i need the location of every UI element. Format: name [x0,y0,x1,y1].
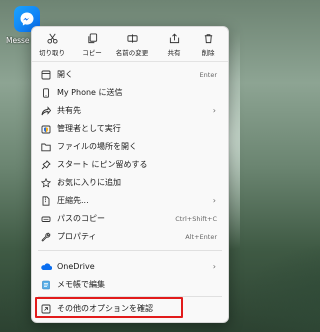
menu-item-label: お気に入りに追加 [57,178,121,187]
context-menu-toolbar: 切り取り コピー 名前の変更 共有 削除 [32,27,228,62]
menu-item-compress[interactable]: 圧縮先... › [32,192,228,209]
copy-label: コピー [82,49,102,57]
copy-icon [87,32,98,45]
cut-button[interactable]: 切り取り [34,32,70,58]
menu-item-open[interactable]: 開く Enter [32,66,228,83]
delete-button[interactable]: 削除 [190,32,226,58]
menu-item-label: パスのコピー [57,214,105,223]
pin-icon [40,159,52,171]
onedrive-icon [40,261,52,273]
menu-item-label: スタート にピン留めする [57,160,148,169]
submenu-arrow-icon: › [212,196,216,205]
zip-file-icon [40,195,52,207]
share-label: 共有 [167,49,181,57]
context-menu: 切り取り コピー 名前の変更 共有 削除 開く Enter My Phone に… [31,26,229,323]
menu-item-label: My Phone に送信 [57,88,123,97]
menu-item-label: 管理者として実行 [57,124,121,133]
share-button[interactable]: 共有 [156,32,192,58]
menu-item-label: 開く [57,70,73,79]
rename-icon [126,32,138,45]
rename-button[interactable]: 名前の変更 [112,32,152,58]
star-icon [40,177,52,189]
share-icon [169,32,180,45]
menu-item-onedrive[interactable]: OneDrive › [32,258,228,275]
submenu-arrow-icon: › [212,106,216,115]
menu-item-label: 圧縮先... [57,196,89,205]
menu-item-label: ファイルの場所を開く [57,142,137,151]
menu-item-properties[interactable]: プロパティ Alt+Enter [32,228,228,245]
menu-item-open-file-location[interactable]: ファイルの場所を開く [32,138,228,155]
menu-item-share-to[interactable]: 共有先 › [32,102,228,119]
menu-item-label: OneDrive [57,262,95,271]
menu-item-edit-notepad[interactable]: メモ帳で編集 [32,276,228,293]
open-icon [40,69,52,81]
phone-icon [40,87,52,99]
shortcut-label: Enter [199,70,217,79]
notepad-icon [40,279,52,291]
delete-label: 削除 [201,49,215,57]
trash-icon [203,32,214,45]
folder-icon [40,141,52,153]
share-arrow-icon [40,105,52,117]
submenu-arrow-icon: › [212,262,216,271]
menu-item-copy-path[interactable]: パスのコピー Ctrl+Shift+C [32,210,228,227]
admin-shield-icon [40,123,52,135]
shortcut-label: Ctrl+Shift+C [175,214,217,223]
menu-item-pin-to-start[interactable]: スタート にピン留めする [32,156,228,173]
highlight-box [35,297,183,318]
menu-item-run-as-admin[interactable]: 管理者として実行 [32,120,228,137]
menu-item-label: 共有先 [57,106,81,115]
menu-item-label: プロパティ [57,232,97,241]
shortcut-label: Alt+Enter [185,232,217,241]
menu-separator [38,250,222,251]
copy-button[interactable]: コピー [74,32,110,58]
copy-path-icon [40,213,52,225]
wrench-icon [40,231,52,243]
menu-item-add-favorites[interactable]: お気に入りに追加 [32,174,228,191]
rename-label: 名前の変更 [115,49,149,57]
messenger-icon [20,12,34,26]
menu-item-label: メモ帳で編集 [57,280,105,289]
menu-item-send-phone[interactable]: My Phone に送信 [32,84,228,101]
cut-label: 切り取り [39,49,65,57]
scissors-icon [46,32,58,45]
